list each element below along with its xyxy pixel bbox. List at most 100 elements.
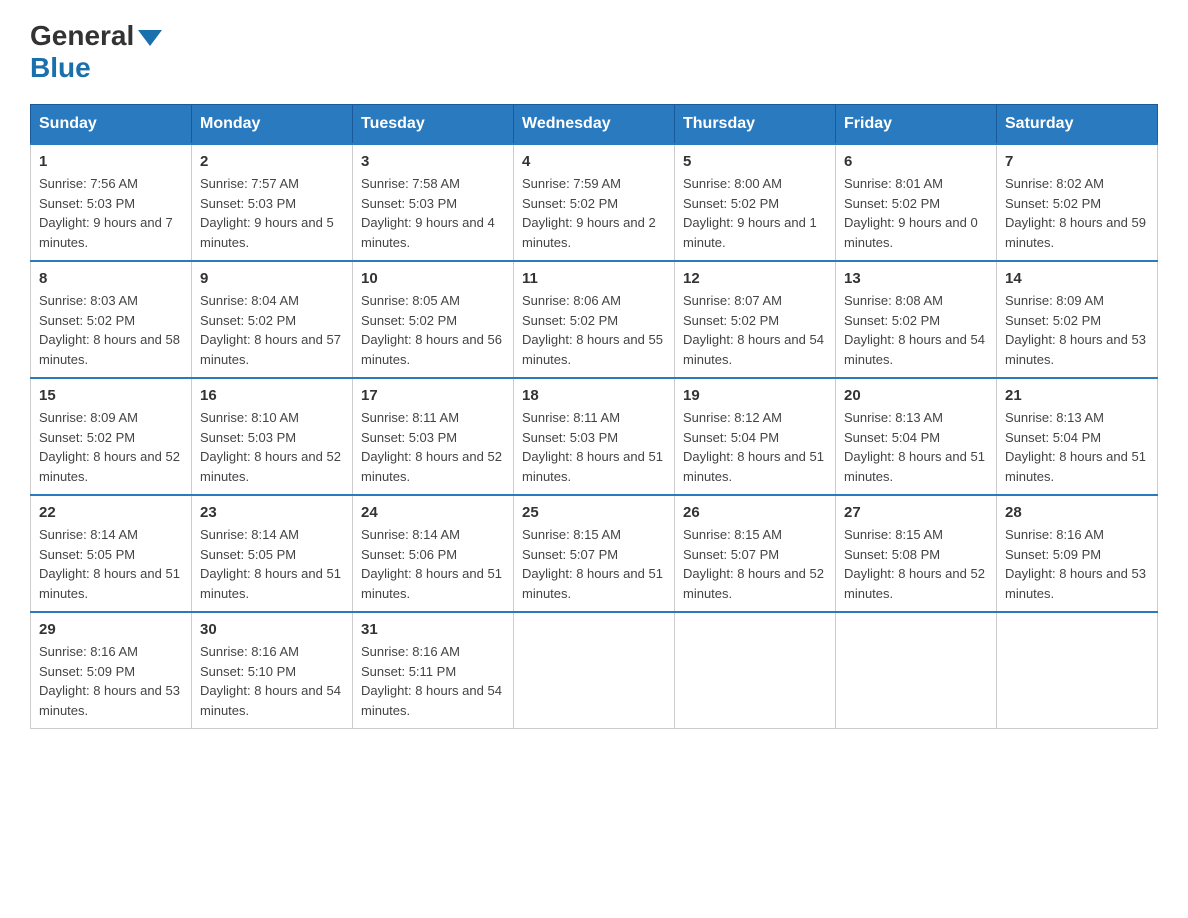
day-info: Sunrise: 8:09 AMSunset: 5:02 PMDaylight:… — [1005, 291, 1149, 369]
calendar-cell: 27 Sunrise: 8:15 AMSunset: 5:08 PMDayligh… — [836, 495, 997, 612]
day-number: 5 — [683, 153, 827, 170]
day-number: 11 — [522, 270, 666, 287]
day-number: 26 — [683, 504, 827, 521]
calendar-cell: 28 Sunrise: 8:16 AMSunset: 5:09 PMDayligh… — [997, 495, 1158, 612]
day-info: Sunrise: 8:12 AMSunset: 5:04 PMDaylight:… — [683, 408, 827, 486]
day-number: 1 — [39, 153, 183, 170]
page-header: General Blue — [30, 20, 1158, 84]
day-number: 13 — [844, 270, 988, 287]
calendar-cell: 20 Sunrise: 8:13 AMSunset: 5:04 PMDayligh… — [836, 378, 997, 495]
calendar-week-2: 8 Sunrise: 8:03 AMSunset: 5:02 PMDaylight… — [31, 261, 1158, 378]
calendar-cell: 10Sunrise: 8:05 AMSunset: 5:02 PMDayligh… — [353, 261, 514, 378]
day-info: Sunrise: 8:09 AMSunset: 5:02 PMDaylight:… — [39, 408, 183, 486]
calendar-cell: 11 Sunrise: 8:06 AMSunset: 5:02 PMDayligh… — [514, 261, 675, 378]
day-info: Sunrise: 8:13 AMSunset: 5:04 PMDaylight:… — [844, 408, 988, 486]
logo-blue-text: Blue — [30, 52, 91, 84]
day-number: 23 — [200, 504, 344, 521]
day-info: Sunrise: 8:02 AMSunset: 5:02 PMDaylight:… — [1005, 174, 1149, 252]
day-info: Sunrise: 8:13 AMSunset: 5:04 PMDaylight:… — [1005, 408, 1149, 486]
day-info: Sunrise: 8:04 AMSunset: 5:02 PMDaylight:… — [200, 291, 344, 369]
calendar-cell — [514, 612, 675, 729]
day-number: 28 — [1005, 504, 1149, 521]
calendar-cell: 31 Sunrise: 8:16 AMSunset: 5:11 PMDayligh… — [353, 612, 514, 729]
day-info: Sunrise: 8:11 AMSunset: 5:03 PMDaylight:… — [522, 408, 666, 486]
day-number: 20 — [844, 387, 988, 404]
day-info: Sunrise: 8:16 AMSunset: 5:11 PMDaylight:… — [361, 642, 505, 720]
day-info: Sunrise: 8:03 AMSunset: 5:02 PMDaylight:… — [39, 291, 183, 369]
day-info: Sunrise: 7:56 AMSunset: 5:03 PMDaylight:… — [39, 174, 183, 252]
calendar-cell: 14 Sunrise: 8:09 AMSunset: 5:02 PMDayligh… — [997, 261, 1158, 378]
day-number: 7 — [1005, 153, 1149, 170]
day-info: Sunrise: 8:06 AMSunset: 5:02 PMDaylight:… — [522, 291, 666, 369]
day-info: Sunrise: 8:15 AMSunset: 5:07 PMDaylight:… — [683, 525, 827, 603]
day-number: 9 — [200, 270, 344, 287]
logo-general-text: General — [30, 20, 134, 52]
day-info: Sunrise: 8:14 AMSunset: 5:05 PMDaylight:… — [200, 525, 344, 603]
calendar-cell — [997, 612, 1158, 729]
day-number: 25 — [522, 504, 666, 521]
calendar-cell: 24Sunrise: 8:14 AMSunset: 5:06 PMDayligh… — [353, 495, 514, 612]
calendar-cell — [675, 612, 836, 729]
day-info: Sunrise: 7:59 AMSunset: 5:02 PMDaylight:… — [522, 174, 666, 252]
calendar-week-3: 15Sunrise: 8:09 AMSunset: 5:02 PMDayligh… — [31, 378, 1158, 495]
calendar-cell: 2 Sunrise: 7:57 AMSunset: 5:03 PMDaylight… — [192, 144, 353, 261]
calendar-cell: 15Sunrise: 8:09 AMSunset: 5:02 PMDayligh… — [31, 378, 192, 495]
day-number: 27 — [844, 504, 988, 521]
calendar-cell: 17 Sunrise: 8:11 AMSunset: 5:03 PMDayligh… — [353, 378, 514, 495]
day-number: 16 — [200, 387, 344, 404]
calendar-cell: 1 Sunrise: 7:56 AMSunset: 5:03 PMDaylight… — [31, 144, 192, 261]
day-number: 17 — [361, 387, 505, 404]
day-info: Sunrise: 8:08 AMSunset: 5:02 PMDaylight:… — [844, 291, 988, 369]
calendar-cell: 16 Sunrise: 8:10 AMSunset: 5:03 PMDayligh… — [192, 378, 353, 495]
day-info: Sunrise: 7:57 AMSunset: 5:03 PMDaylight:… — [200, 174, 344, 252]
day-number: 14 — [1005, 270, 1149, 287]
calendar-cell: 25Sunrise: 8:15 AMSunset: 5:07 PMDayligh… — [514, 495, 675, 612]
day-number: 19 — [683, 387, 827, 404]
day-of-week-friday: Friday — [836, 105, 997, 145]
calendar-cell: 23 Sunrise: 8:14 AMSunset: 5:05 PMDayligh… — [192, 495, 353, 612]
logo-general: General — [30, 20, 162, 52]
calendar-cell: 13 Sunrise: 8:08 AMSunset: 5:02 PMDayligh… — [836, 261, 997, 378]
calendar-cell: 19 Sunrise: 8:12 AMSunset: 5:04 PMDayligh… — [675, 378, 836, 495]
day-info: Sunrise: 8:14 AMSunset: 5:05 PMDaylight:… — [39, 525, 183, 603]
day-info: Sunrise: 8:11 AMSunset: 5:03 PMDaylight:… — [361, 408, 505, 486]
day-of-week-saturday: Saturday — [997, 105, 1158, 145]
day-of-week-thursday: Thursday — [675, 105, 836, 145]
day-number: 29 — [39, 621, 183, 638]
logo-arrow-icon — [138, 30, 162, 46]
day-info: Sunrise: 8:10 AMSunset: 5:03 PMDaylight:… — [200, 408, 344, 486]
day-number: 2 — [200, 153, 344, 170]
day-number: 3 — [361, 153, 505, 170]
day-number: 8 — [39, 270, 183, 287]
day-number: 21 — [1005, 387, 1149, 404]
calendar-table: SundayMondayTuesdayWednesdayThursdayFrid… — [30, 104, 1158, 729]
day-info: Sunrise: 7:58 AMSunset: 5:03 PMDaylight:… — [361, 174, 505, 252]
day-info: Sunrise: 8:16 AMSunset: 5:09 PMDaylight:… — [39, 642, 183, 720]
day-number: 31 — [361, 621, 505, 638]
calendar-cell: 18 Sunrise: 8:11 AMSunset: 5:03 PMDayligh… — [514, 378, 675, 495]
calendar-cell — [836, 612, 997, 729]
calendar-cell: 8 Sunrise: 8:03 AMSunset: 5:02 PMDaylight… — [31, 261, 192, 378]
day-number: 12 — [683, 270, 827, 287]
calendar-cell: 26 Sunrise: 8:15 AMSunset: 5:07 PMDayligh… — [675, 495, 836, 612]
day-of-week-sunday: Sunday — [31, 105, 192, 145]
calendar-week-5: 29 Sunrise: 8:16 AMSunset: 5:09 PMDayligh… — [31, 612, 1158, 729]
calendar-cell: 9 Sunrise: 8:04 AMSunset: 5:02 PMDaylight… — [192, 261, 353, 378]
day-number: 18 — [522, 387, 666, 404]
calendar-cell: 21 Sunrise: 8:13 AMSunset: 5:04 PMDayligh… — [997, 378, 1158, 495]
day-info: Sunrise: 8:16 AMSunset: 5:09 PMDaylight:… — [1005, 525, 1149, 603]
day-of-week-tuesday: Tuesday — [353, 105, 514, 145]
day-info: Sunrise: 8:05 AMSunset: 5:02 PMDaylight:… — [361, 291, 505, 369]
calendar-week-4: 22 Sunrise: 8:14 AMSunset: 5:05 PMDayligh… — [31, 495, 1158, 612]
day-info: Sunrise: 8:01 AMSunset: 5:02 PMDaylight:… — [844, 174, 988, 252]
calendar-cell: 12Sunrise: 8:07 AMSunset: 5:02 PMDayligh… — [675, 261, 836, 378]
calendar-cell: 29 Sunrise: 8:16 AMSunset: 5:09 PMDayligh… — [31, 612, 192, 729]
day-number: 22 — [39, 504, 183, 521]
calendar-cell: 22 Sunrise: 8:14 AMSunset: 5:05 PMDayligh… — [31, 495, 192, 612]
day-info: Sunrise: 8:15 AMSunset: 5:08 PMDaylight:… — [844, 525, 988, 603]
day-of-week-wednesday: Wednesday — [514, 105, 675, 145]
calendar-cell: 4 Sunrise: 7:59 AMSunset: 5:02 PMDaylight… — [514, 144, 675, 261]
day-number: 4 — [522, 153, 666, 170]
day-info: Sunrise: 8:14 AMSunset: 5:06 PMDaylight:… — [361, 525, 505, 603]
calendar-week-1: 1 Sunrise: 7:56 AMSunset: 5:03 PMDaylight… — [31, 144, 1158, 261]
